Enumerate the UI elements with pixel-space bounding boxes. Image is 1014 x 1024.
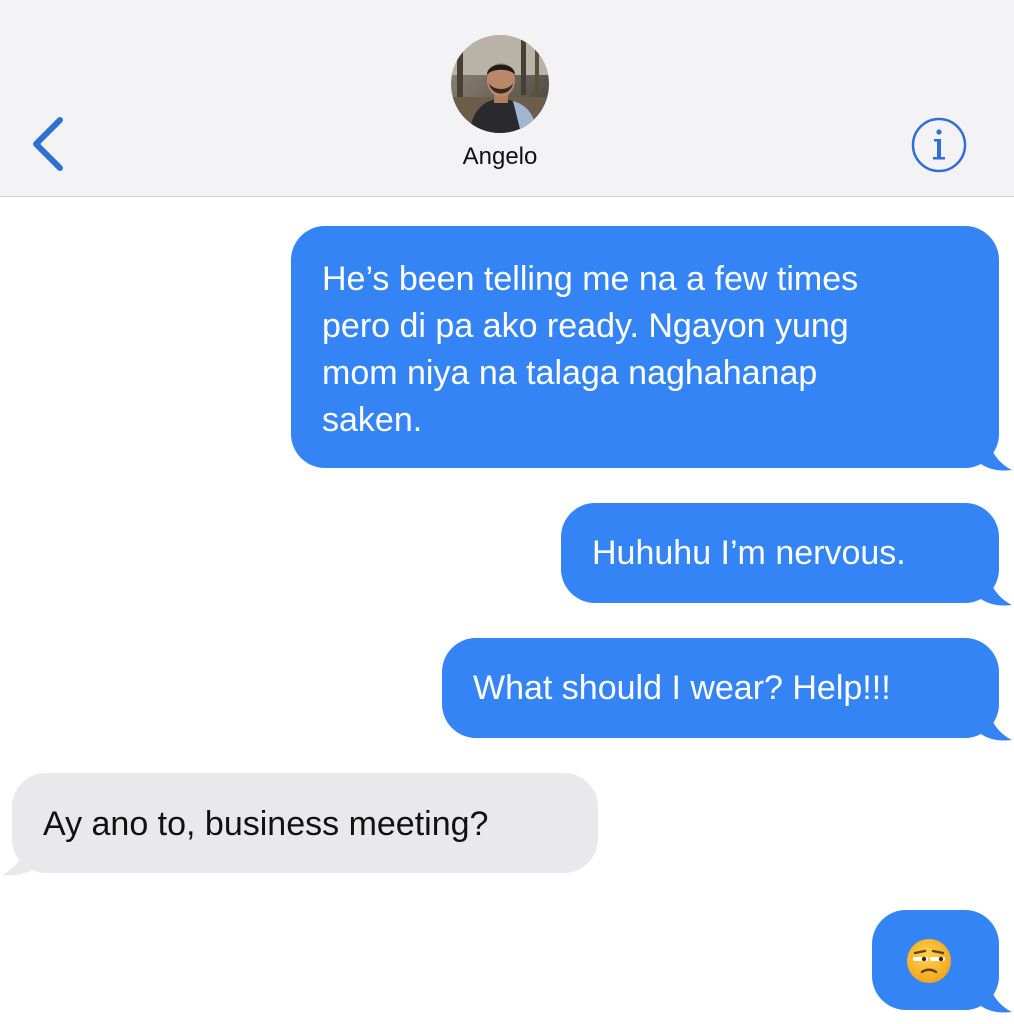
back-button[interactable]: [22, 108, 82, 178]
contact-avatar[interactable]: [451, 35, 549, 133]
contact-name[interactable]: Angelo: [400, 143, 600, 171]
info-button[interactable]: [910, 116, 968, 174]
message-text: What should I wear? Help!!!: [473, 669, 891, 707]
bubble-tail: [978, 710, 1012, 741]
unamused-face-emoji: [907, 939, 951, 983]
message-text: Ay ano to, business meeting?: [43, 805, 489, 843]
incoming-message-bubble[interactable]: Ay ano to, business meeting?: [12, 773, 598, 873]
message-text: Huhuhu I’m nervous.: [592, 534, 906, 572]
bubble-tail: [978, 982, 1012, 1013]
message-text: He’s been telling me na a few times pero…: [322, 260, 859, 439]
outgoing-message-bubble[interactable]: He’s been telling me na a few times pero…: [291, 226, 999, 468]
chevron-left-icon: [33, 117, 63, 171]
outgoing-message-bubble[interactable]: Huhuhu I’m nervous.: [561, 503, 999, 603]
conversation-header: Angelo: [0, 0, 1014, 197]
info-icon: [911, 117, 967, 173]
bubble-tail: [2, 845, 36, 876]
bubble-tail: [978, 575, 1012, 606]
outgoing-message-bubble[interactable]: What should I wear? Help!!!: [442, 638, 999, 738]
avatar-photo: [451, 35, 549, 133]
bubble-tail: [978, 440, 1012, 471]
